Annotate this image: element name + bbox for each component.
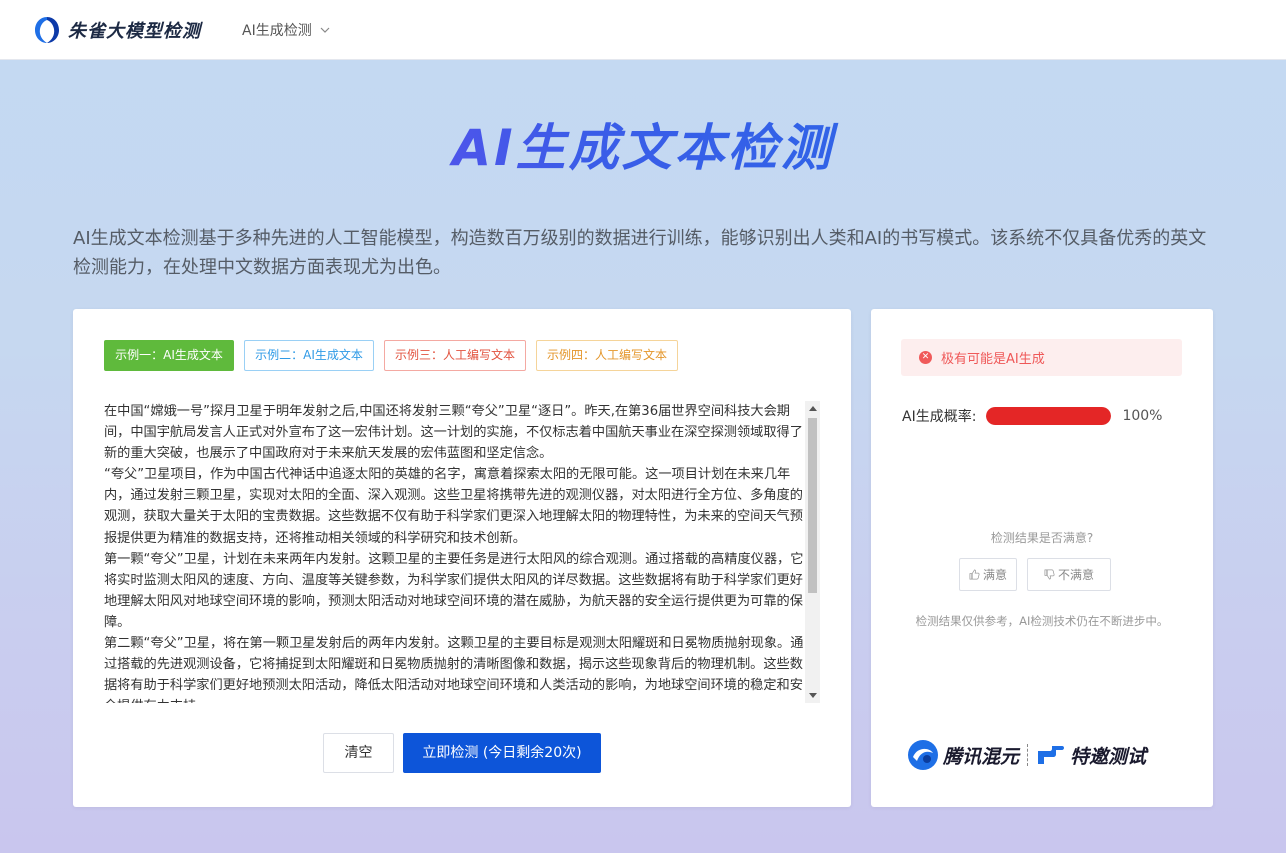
top-navbar: 朱雀大模型检测 AI生成检测 [0, 0, 1286, 60]
clear-button[interactable]: 清空 [323, 733, 394, 773]
partner-logos: 腾讯混元 特邀测试 [907, 739, 1146, 771]
example-3-button[interactable]: 示例三：人工编写文本 [384, 340, 526, 371]
hunyuan-icon [908, 740, 938, 770]
thumbs-down-icon [1044, 569, 1055, 580]
text-input-scrollbar[interactable] [805, 401, 820, 703]
ai-probability-row: AI生成概率: 100% [902, 406, 1162, 426]
zhuque-bird-icon [35, 17, 59, 43]
example-4-button[interactable]: 示例四：人工编写文本 [536, 340, 678, 371]
scroll-down-icon[interactable] [809, 693, 817, 698]
input-panel: 示例一：AI生成文本 示例二：AI生成文本 示例三：人工编写文本 示例四：人工编… [73, 309, 851, 807]
result-alert-text: 极有可能是AI生成 [941, 352, 1045, 367]
example-tags: 示例一：AI生成文本 示例二：AI生成文本 示例三：人工编写文本 示例四：人工编… [104, 340, 678, 371]
page-description: AI生成文本检测基于多种先进的人工智能模型，构造数百万级别的数据进行训练，能够识… [73, 228, 1207, 278]
chevron-down-icon [320, 27, 330, 33]
disclaimer-text: 检测结果仅供参考，AI检测技术仍在不断进步中。 [915, 614, 1169, 628]
text-input-area[interactable]: 在中国“嫦娥一号”探月卫星于明年发射之后,中国还将发射三颗“夸父”卫星“逐日”。… [104, 401, 820, 703]
text-input-content[interactable]: 在中国“嫦娥一号”探月卫星于明年发射之后,中国还将发射三颗“夸父”卫星“逐日”。… [104, 401, 804, 703]
example-2-button[interactable]: 示例二：AI生成文本 [244, 340, 374, 371]
partner-divider [1027, 744, 1029, 766]
scrollbar-thumb[interactable] [808, 418, 817, 593]
unsatisfied-label: 不满意 [1057, 568, 1094, 582]
special-test-logo: 特邀测试 [1036, 742, 1146, 769]
nav-ai-detection-dropdown[interactable]: AI生成检测 [242, 20, 330, 40]
page-title: AI生成文本检测 [0, 108, 1286, 180]
pointing-hand-icon [1038, 746, 1065, 764]
brand-logo[interactable]: 朱雀大模型检测 [32, 14, 201, 46]
detect-button[interactable]: 立即检测 (今日剩余20次) [403, 733, 601, 773]
thumbs-up-icon [969, 569, 980, 580]
result-panel: ✕ 极有可能是AI生成 AI生成概率: 100% 检测结果是否满意? 满意 不满… [871, 309, 1213, 807]
example-1-button[interactable]: 示例一：AI生成文本 [104, 340, 234, 371]
nav-ai-detection-label: AI生成检测 [242, 23, 312, 39]
satisfied-label: 满意 [982, 568, 1007, 582]
satisfaction-question: 检测结果是否满意? [990, 531, 1094, 545]
scroll-up-icon[interactable] [809, 406, 817, 411]
partner-1-name: 腾讯混元 [943, 745, 1020, 768]
feedback-buttons: 满意 不满意 [959, 558, 1111, 591]
ai-probability-fill [986, 407, 1112, 425]
error-circle-icon: ✕ [919, 351, 932, 364]
ai-probability-bar [986, 407, 1112, 425]
partner-2-name: 特邀测试 [1070, 745, 1147, 768]
ai-probability-value: 100% [1122, 408, 1163, 424]
satisfied-button[interactable]: 满意 [959, 558, 1017, 591]
ai-probability-label: AI生成概率: [902, 409, 977, 425]
hunyuan-logo: 腾讯混元 [907, 739, 1019, 771]
brand-name: 朱雀大模型检测 [68, 21, 201, 42]
result-alert: ✕ 极有可能是AI生成 [901, 339, 1182, 376]
unsatisfied-button[interactable]: 不满意 [1027, 558, 1111, 591]
